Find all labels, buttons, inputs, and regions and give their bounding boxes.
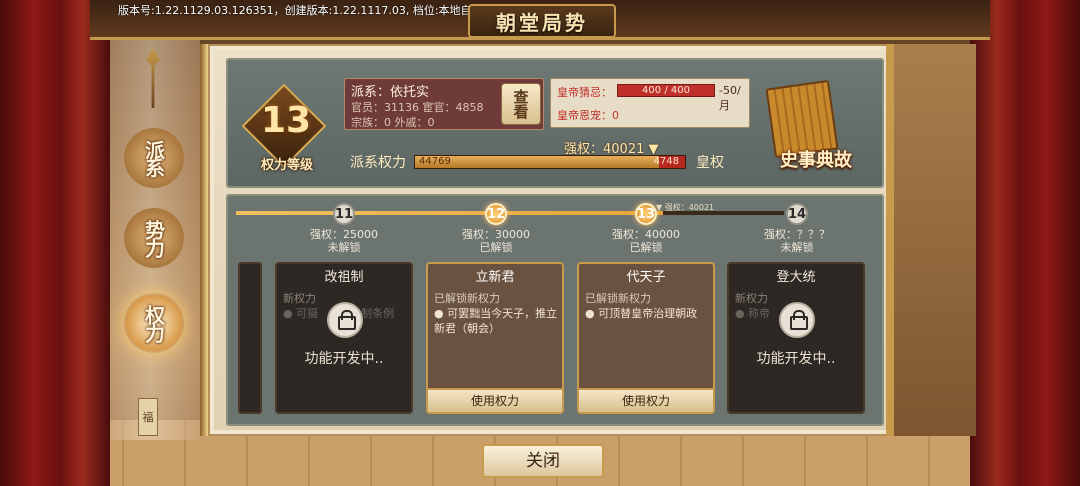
power-card-unlocked: 立新君 已解锁新权力 ● 可罢黜当今天子，推立新君（朝会） 使用权力	[426, 262, 564, 414]
tab-power[interactable]: 权力	[124, 293, 184, 353]
use-power-button[interactable]: 使用权力	[579, 388, 713, 412]
card-subtitle: 已解锁新权力	[434, 292, 500, 305]
tab-faction[interactable]: 派系	[124, 128, 184, 188]
card-title: 代天子	[626, 270, 666, 285]
card-description: ● 可罢黜当今天子，推立新君（朝会）	[434, 307, 558, 335]
node-status: 未解锁	[780, 241, 814, 254]
card-title: 改祖制	[324, 270, 364, 285]
power-track-fill	[236, 211, 664, 215]
background-wall-right	[892, 44, 976, 436]
faction-info: 派系：依托实 官员：31136 宦官：4858 宗族：0 外戚：0 查看	[344, 78, 544, 130]
current-strength-text: 强权：40021	[664, 203, 715, 212]
faction-power-label: 派系权力	[350, 155, 406, 171]
in-development-text: 功能开发中..	[756, 351, 836, 367]
track-node-12: 12	[485, 203, 507, 225]
power-card-locked: 登大统 新权力 ● 称帝 功能开发中..	[727, 262, 865, 414]
use-power-button[interactable]: 使用权力	[428, 388, 562, 412]
suspicion-rate: -50/月	[719, 84, 741, 112]
close-button[interactable]: 关闭	[482, 444, 604, 478]
node-status: 已解锁	[629, 241, 663, 254]
ornament-icon	[146, 48, 160, 108]
track-node-11: 11	[333, 203, 355, 225]
faction-officials: 官员：31136 宦官：4858	[351, 101, 484, 114]
tab-influence-label: 势力	[141, 220, 166, 256]
favor-value: 皇帝恩宠：0	[557, 109, 619, 122]
card-subtitle: 已解锁新权力	[585, 292, 651, 305]
power-bar-fill	[415, 156, 660, 168]
power-card-unlocked: 代天子 已解锁新权力 ● 可顶替皇帝治理朝政 使用权力	[577, 262, 715, 414]
tab-influence[interactable]: 势力	[124, 208, 184, 268]
node-requirement: 强权：40000	[612, 228, 680, 241]
suspicion-bar: 400 / 400	[617, 84, 715, 97]
crown-power-value: 4748	[653, 156, 679, 167]
in-development-text: 功能开发中..	[304, 351, 384, 367]
crown-power-label: 皇权	[696, 155, 724, 171]
node-status: 已解锁	[479, 241, 513, 254]
view-button[interactable]: 查看	[501, 83, 541, 125]
history-button-label[interactable]: 史事典故	[752, 146, 880, 172]
power-bar: 44769 4748	[414, 155, 686, 169]
tab-faction-label: 派系	[141, 140, 166, 176]
lock-icon	[327, 302, 363, 338]
card-title: 登大统	[776, 270, 816, 285]
node-status: 未解锁	[327, 241, 361, 254]
tab-power-label: 权力	[141, 305, 166, 341]
node-requirement: 强权：30000	[462, 228, 530, 241]
side-nav: 派系 势力 权力 福	[110, 48, 190, 438]
page-title: 朝堂局势	[496, 10, 588, 35]
fortune-charm-icon: 福	[138, 398, 158, 436]
panel-edge	[886, 44, 894, 436]
curtain-right	[970, 0, 1080, 486]
rank-badge: 13 权力等级	[241, 83, 332, 182]
card-description: ● 可顶替皇帝治理朝政	[585, 307, 698, 320]
faction-power-value: 44769	[419, 156, 451, 167]
current-strength-marker: ▼ 强权：40021	[656, 203, 715, 212]
track-node-13: 13	[635, 203, 657, 225]
suspicion-label: 皇帝猜忌：	[557, 86, 612, 99]
card-subtitle: 新权力	[735, 292, 768, 305]
track-node-14: 14	[786, 203, 808, 225]
card-title: 立新君	[475, 270, 515, 285]
title-plaque: 朝堂局势	[468, 4, 616, 38]
node-requirement: 强权：25000	[310, 228, 378, 241]
power-card-locked: 改祖制 新权力 ● 可摄 祖制条例 功能开发中..	[275, 262, 413, 414]
version-text: 版本号:1.22.1129.03.126351，创建版本:1.22.1117.0…	[118, 4, 494, 17]
emperor-info: 皇帝猜忌： 400 / 400 -50/月 皇帝恩宠：0	[550, 78, 750, 128]
curtain-left	[0, 0, 110, 486]
faction-title: 派系：依托实	[351, 85, 430, 100]
card-desc-text: ● 可摄	[283, 307, 319, 320]
node-requirement: 强权：？？？	[764, 228, 830, 241]
rank-label: 权力等级	[260, 158, 313, 173]
rank-level: 13	[260, 100, 312, 141]
card-stub	[238, 262, 262, 414]
lock-icon	[779, 302, 815, 338]
card-subtitle: 新权力	[283, 292, 316, 305]
faction-clan: 宗族：0 外戚：0	[351, 116, 435, 129]
